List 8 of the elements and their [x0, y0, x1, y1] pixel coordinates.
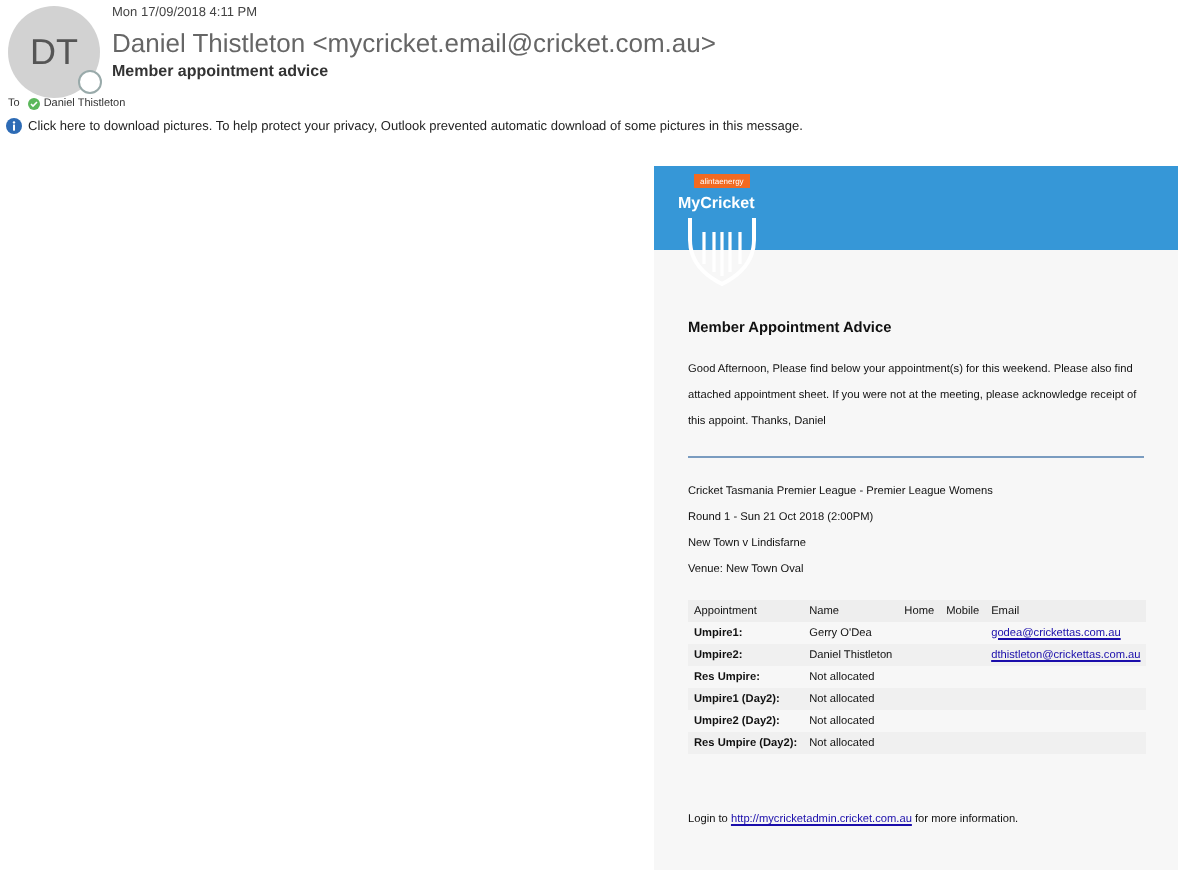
- contact-status-icon: [27, 98, 40, 110]
- shield-drawing: [686, 216, 758, 288]
- info-icon: [6, 118, 22, 134]
- subject: Member appointment advice: [112, 62, 331, 80]
- avatar: DT: [8, 6, 100, 98]
- presence-icon: [78, 70, 102, 94]
- logo: MyCricket: [678, 194, 755, 212]
- sender: Daniel Thistleton <mycricket.email@cricket.com.au>: [112, 28, 716, 58]
